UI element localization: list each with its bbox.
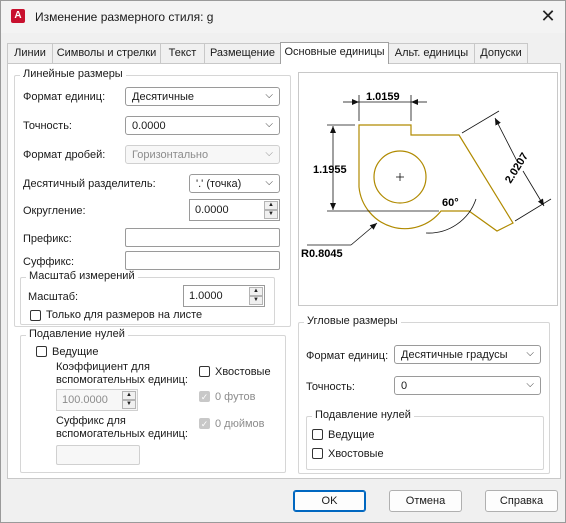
chevron-down-icon: ⌵ (265, 90, 273, 101)
angular-dimensions-title: Угловые размеры (304, 315, 401, 327)
fraction-format-value: Горизонтально (132, 149, 209, 161)
radius-text: R0.8045 (301, 248, 343, 260)
help-button[interactable]: Справка (485, 490, 558, 512)
sub-units-factor-label-2: вспомогательных единиц: (56, 374, 188, 386)
prefix-input[interactable] (125, 228, 280, 247)
spin-down-icon[interactable]: ▼ (264, 210, 278, 219)
preview-panel: 1.0159 1.1955 2.0207 60° R0.8045 (298, 72, 558, 306)
preview-drawing: 1.0159 1.1955 2.0207 60° R0.8045 (301, 91, 552, 260)
fraction-format-select: Горизонтально ⌵ (125, 145, 280, 164)
decimal-separator-value: '.' (точка) (196, 178, 242, 190)
angle-text: 60° (442, 197, 459, 209)
precision-select[interactable]: 0.0000 ⌵ (125, 116, 280, 135)
angular-precision-label: Точность: (306, 381, 355, 393)
angular-trailing-label: Хвостовые (328, 448, 384, 460)
angular-precision-value: 0 (401, 380, 408, 392)
suffix-label-text: Суффикс: (23, 256, 75, 268)
sub-units-suffix-label-2: вспомогательных единиц: (56, 428, 188, 440)
angular-leading-label: Ведущие (328, 429, 375, 441)
tab-tolerances[interactable]: Допуски (474, 43, 528, 63)
angular-precision-select[interactable]: 0 ⌵ (394, 376, 541, 395)
linear-dimensions-title: Линейные размеры (20, 68, 126, 80)
decimal-separator-select[interactable]: '.' (точка) ⌵ (189, 174, 280, 193)
sub-units-factor-value: 100.0000 (62, 394, 108, 406)
zero-inches-checkbox: ✓ (199, 418, 210, 429)
leading-zeros-checkbox[interactable] (36, 346, 47, 357)
sub-units-factor-spinner: 100.0000 ▲ ▼ (56, 389, 138, 411)
decimal-separator-label: Десятичный разделитель: (23, 178, 156, 190)
tab-symbols-arrows[interactable]: Символы и стрелки (52, 43, 161, 63)
prefix-label: Префикс: (23, 233, 72, 245)
scale-label: Масштаб: (28, 291, 79, 303)
title-bar: A Изменение размерного стиля: g ✕ (1, 1, 565, 33)
dialog-window: A Изменение размерного стиля: g ✕ Линии … (0, 0, 566, 523)
spin-up-icon[interactable]: ▲ (249, 287, 263, 296)
measurement-scale-title: Масштаб измерений (26, 270, 138, 282)
unit-format-label: Формат единиц: (23, 91, 106, 103)
precision-label: Точность: (23, 120, 72, 132)
angular-unit-format-label: Формат единиц: (306, 350, 389, 362)
spin-up-icon: ▲ (122, 391, 136, 400)
angular-unit-format-select[interactable]: Десятичные градусы ⌵ (394, 345, 541, 364)
angular-unit-format-value: Десятичные градусы (401, 349, 508, 361)
scale-value: 1.0000 (189, 290, 223, 302)
chevron-down-icon: ⌵ (526, 348, 534, 359)
chevron-down-icon: ⌵ (265, 177, 273, 188)
tab-lines[interactable]: Линии (7, 43, 53, 63)
chevron-down-icon: ⌵ (265, 148, 273, 159)
layout-only-checkbox[interactable] (30, 310, 41, 321)
scale-spinner[interactable]: 1.0000 ▲ ▼ (183, 285, 265, 307)
chevron-down-icon: ⌵ (265, 119, 273, 130)
round-off-spinner[interactable]: 0.0000 ▲ ▼ (189, 199, 280, 221)
angular-leading-checkbox[interactable] (312, 429, 323, 440)
window-title: Изменение размерного стиля: g (35, 10, 214, 24)
zero-feet-checkbox: ✓ (199, 391, 210, 402)
layout-only-label: Только для размеров на листе (46, 309, 203, 321)
spin-down-icon: ▼ (122, 400, 136, 409)
unit-format-select[interactable]: Десятичные ⌵ (125, 87, 280, 106)
angular-trailing-checkbox[interactable] (312, 448, 323, 459)
chevron-down-icon: ⌵ (526, 379, 534, 390)
ok-button[interactable]: OK (293, 490, 366, 512)
tab-alternate-units[interactable]: Альт. единицы (388, 43, 475, 63)
sub-units-factor-label-1: Коэффициент для (56, 361, 150, 373)
zero-suppression-title: Подавление нулей (26, 328, 128, 340)
spin-down-icon[interactable]: ▼ (249, 296, 263, 305)
app-icon: A (11, 9, 25, 23)
dim-right-text: 2.0207 (503, 151, 531, 186)
tab-fit[interactable]: Размещение (204, 43, 281, 63)
angular-zero-suppression-group (306, 416, 544, 470)
unit-format-value: Десятичные (132, 91, 195, 103)
part-outline (358, 124, 514, 232)
sub-units-suffix-label-1: Суффикс для (56, 415, 126, 427)
leading-zeros-label: Ведущие (52, 346, 99, 358)
spin-up-icon[interactable]: ▲ (264, 201, 278, 210)
close-icon[interactable]: ✕ (537, 5, 559, 27)
suffix-input[interactable] (125, 251, 280, 270)
trailing-zeros-checkbox[interactable] (199, 366, 210, 377)
angular-zero-suppression-title: Подавление нулей (312, 409, 414, 421)
tab-primary-units[interactable]: Основные единицы (280, 42, 389, 64)
dim-top-text: 1.0159 (366, 91, 400, 103)
dim-left-text: 1.1955 (313, 164, 347, 176)
precision-value: 0.0000 (132, 120, 166, 132)
cancel-button[interactable]: Отмена (389, 490, 462, 512)
round-off-label: Округление: (23, 205, 86, 217)
zero-inches-label: 0 дюймов (215, 418, 265, 430)
primary-units-panel: Линейные размеры Формат единиц: Десятичн… (7, 63, 561, 479)
trailing-zeros-label: Хвостовые (215, 366, 271, 378)
tab-text[interactable]: Текст (160, 43, 205, 63)
round-off-value: 0.0000 (195, 204, 229, 216)
fraction-format-label: Формат дробей: (23, 149, 106, 161)
zero-feet-label: 0 футов (215, 391, 256, 403)
sub-units-suffix-input (56, 445, 140, 465)
